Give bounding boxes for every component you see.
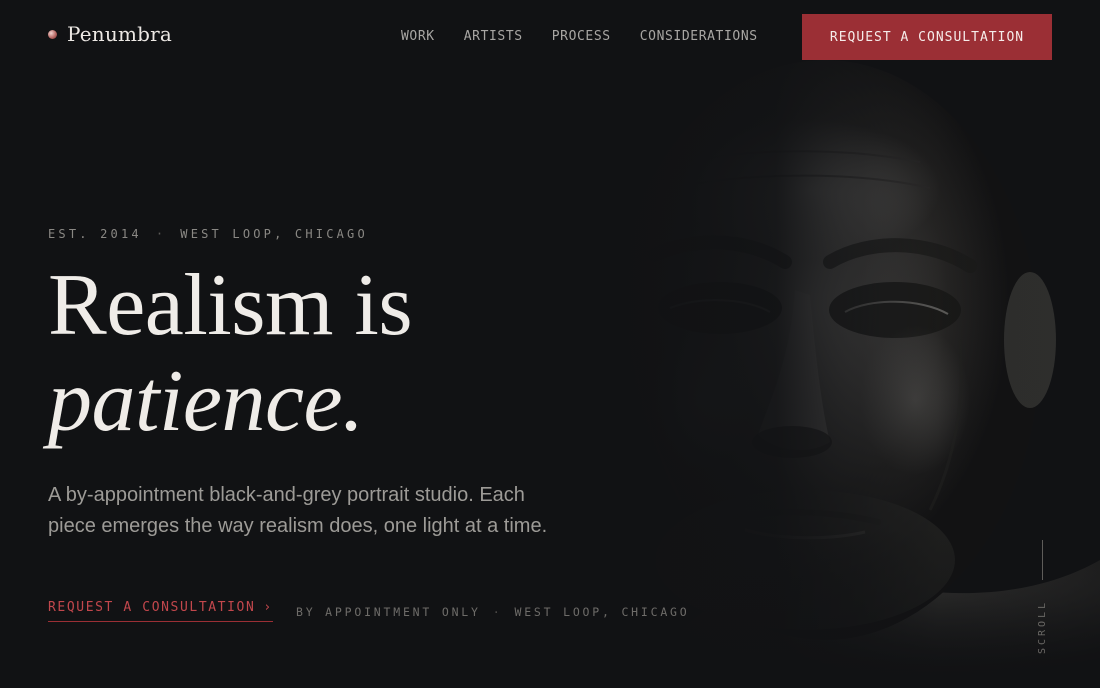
brand-dot-icon [48,29,57,39]
scroll-label: SCROLL [1037,599,1048,654]
nav-link-considerations[interactable]: CONSIDERATIONS [640,29,758,44]
portrait-face-image [560,40,1100,688]
headline-line-1: Realism is [48,257,413,354]
scroll-indicator[interactable]: SCROLL [1036,540,1050,656]
hero-meta: BY APPOINTMENT ONLY · WEST LOOP, CHICAGO [296,605,690,619]
hero-consultation-link[interactable]: REQUEST A CONSULTATION › [48,600,273,622]
brand-name: Penumbra [67,22,173,46]
nav-link-artists[interactable]: ARTISTS [464,29,523,44]
chevron-right-icon: › [263,600,273,615]
eyebrow-separator: · [155,227,167,241]
hero-portrait-image [560,40,1100,688]
page: Penumbra WORK ARTISTS PROCESS CONSIDERAT… [0,0,1100,688]
hero-description: A by-appointment black-and-grey portrait… [48,484,548,537]
hero-consultation-label: REQUEST A CONSULTATION [48,600,256,615]
appointment-only-label: BY APPOINTMENT ONLY [296,605,481,619]
nav-link-process[interactable]: PROCESS [552,29,611,44]
nav-links: WORK ARTISTS PROCESS CONSIDERATIONS [401,29,758,44]
request-consultation-button[interactable]: REQUEST A CONSULTATION [802,14,1052,60]
hero-eyebrow: EST. 2014 · WEST LOOP, CHICAGO [48,227,368,241]
headline-line-2: patience. [48,353,364,450]
location-label: WEST LOOP, CHICAGO [180,227,368,241]
hero-headline: Realism is patience. [48,257,413,450]
brand-logo[interactable]: Penumbra [48,22,172,46]
meta-location-label: WEST LOOP, CHICAGO [514,605,690,619]
meta-separator: · [492,605,503,619]
scroll-line [1042,540,1043,580]
nav-link-work[interactable]: WORK [401,29,435,44]
established-label: EST. 2014 [48,227,142,241]
top-nav: Penumbra WORK ARTISTS PROCESS CONSIDERAT… [0,0,1100,74]
